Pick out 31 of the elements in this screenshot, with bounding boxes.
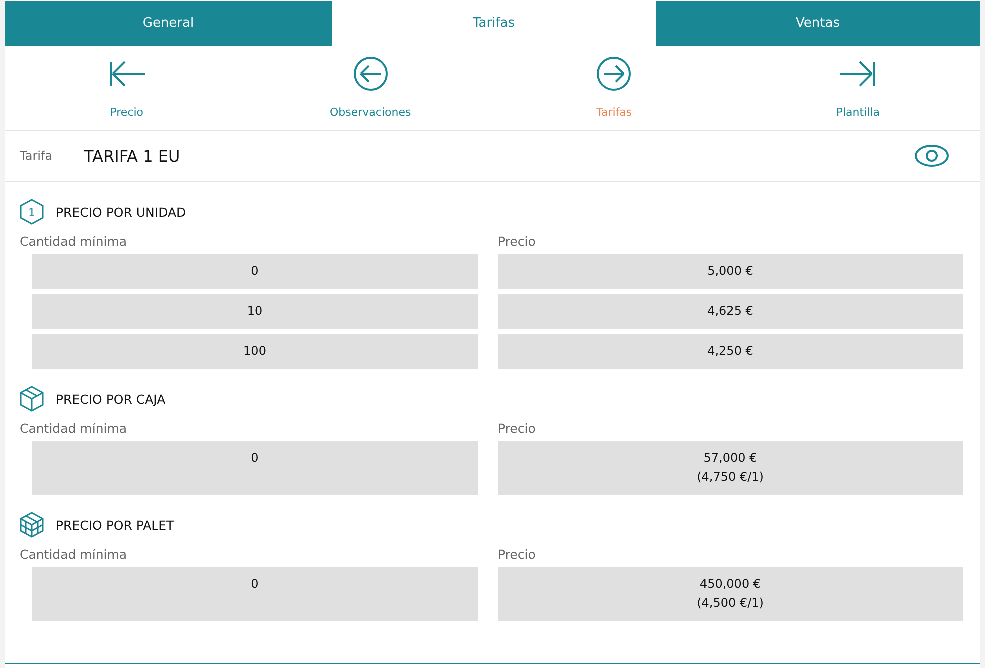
- quantity-cell: 0: [32, 254, 478, 289]
- quantity-cell: 10: [32, 294, 478, 329]
- section-title: PRECIO POR UNIDAD: [56, 204, 186, 220]
- stacked-boxes-icon: [20, 512, 44, 538]
- price-cell: 4,250 €: [498, 334, 963, 369]
- column-label: Cantidad mínima: [20, 233, 128, 249]
- nav-link[interactable]: Observaciones: [330, 106, 412, 120]
- nav-link[interactable]: Plantilla: [836, 106, 880, 120]
- column-label: Precio: [498, 546, 537, 562]
- nav-link[interactable]: Precio: [110, 106, 144, 120]
- price-cell: 57,000 € (4,750 €/1): [498, 441, 963, 495]
- hexagon-number-icon: 1: [20, 199, 44, 225]
- column-label: Precio: [498, 420, 537, 436]
- tab[interactable]: Ventas: [656, 1, 980, 46]
- section-title: PRECIO POR PALET: [56, 518, 174, 532]
- box-icon: [20, 386, 44, 412]
- price-cell: 5,000 €: [498, 254, 963, 289]
- eye-icon[interactable]: [914, 144, 950, 168]
- nav-link[interactable]: Tarifas: [596, 106, 632, 120]
- tarifa-value: TARIFA 1 EU: [84, 146, 182, 166]
- quantity-cell: 0: [32, 567, 478, 621]
- price-cell: 4,625 €: [498, 294, 963, 329]
- section-title: PRECIO POR CAJA: [56, 392, 166, 406]
- tarifa-label: Tarifa: [20, 149, 54, 163]
- quantity-cell: 0: [32, 441, 478, 495]
- quantity-cell: 100: [32, 334, 478, 369]
- column-label: Precio: [498, 233, 537, 249]
- tab[interactable]: General: [5, 1, 332, 46]
- column-label: Cantidad mínima: [20, 420, 128, 436]
- column-label: Cantidad mínima: [20, 546, 128, 562]
- price-cell: 450,000 € (4,500 €/1): [498, 567, 963, 621]
